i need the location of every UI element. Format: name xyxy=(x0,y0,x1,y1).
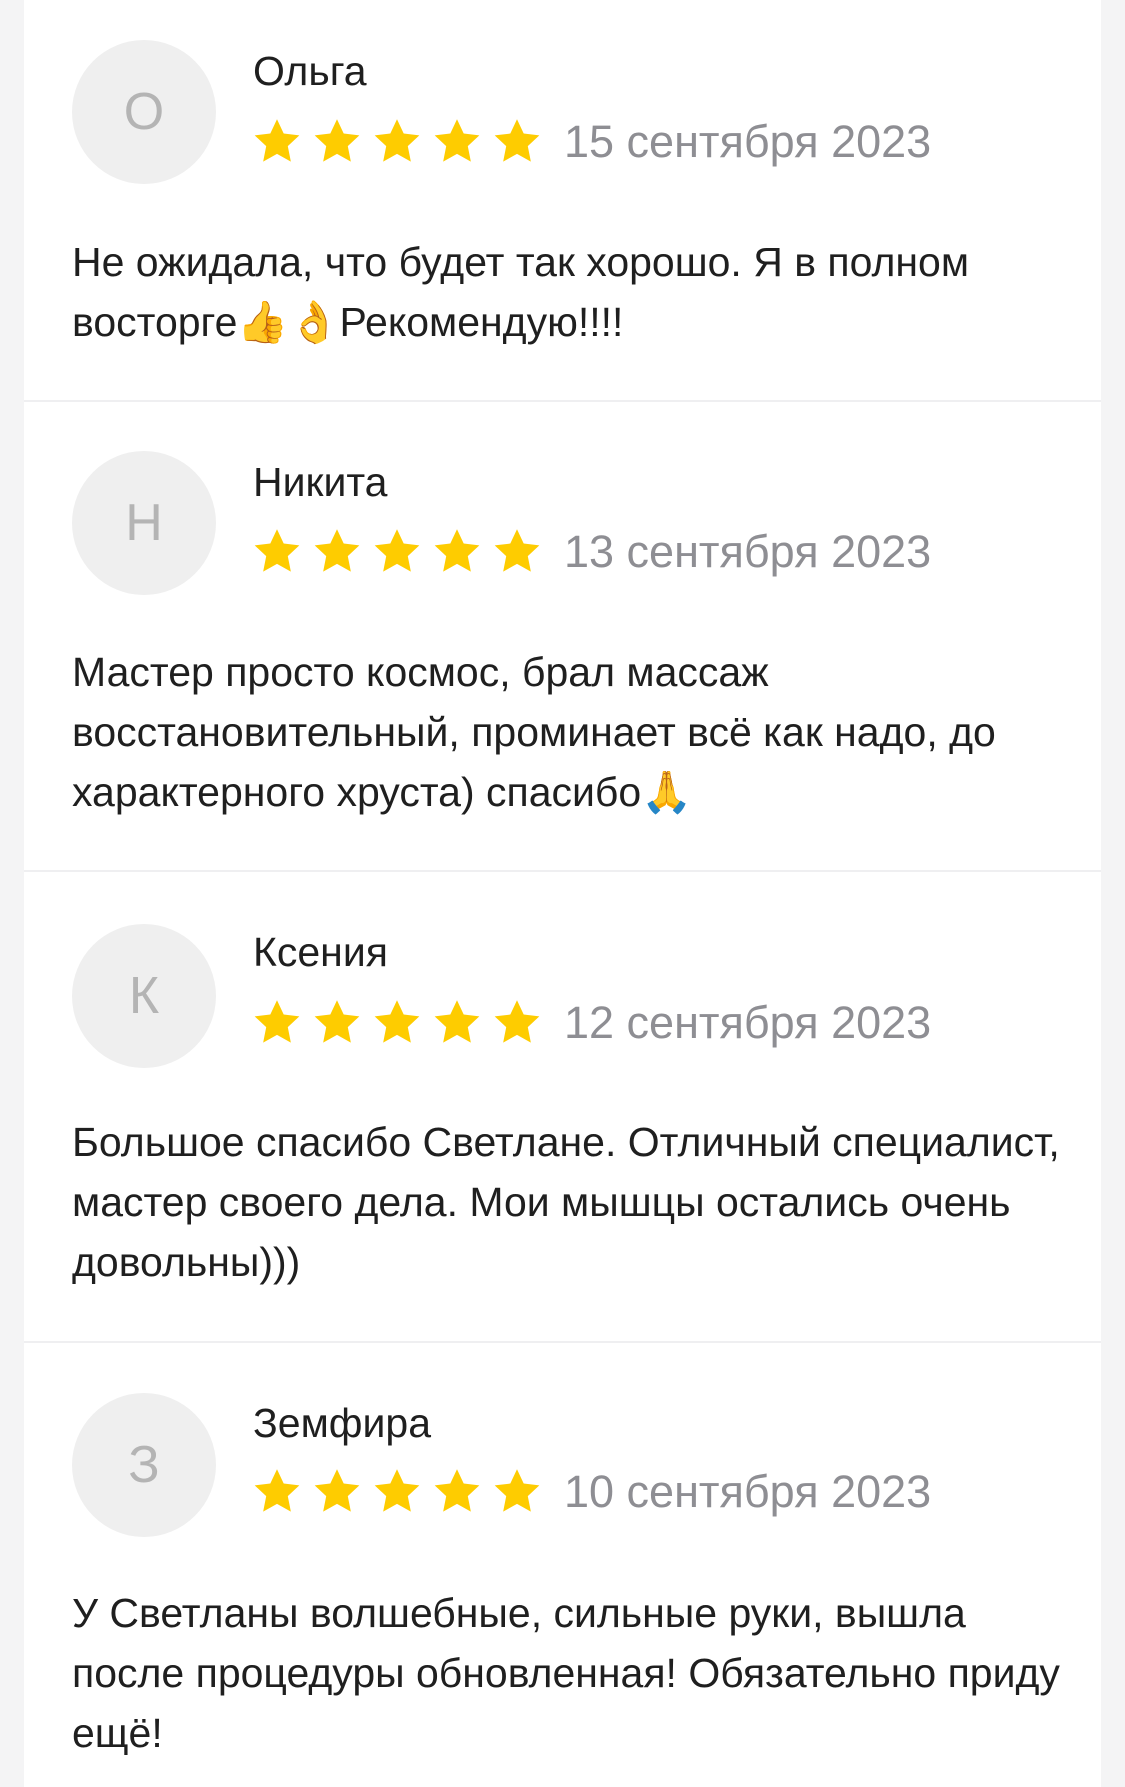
star-icon xyxy=(434,529,480,572)
review-date: 15 сентября 2023 xyxy=(564,116,932,167)
review-card: Н Никита 13 сентября 2023 Мастер просто … xyxy=(24,402,1101,872)
star-icon xyxy=(494,1000,540,1043)
star-icon xyxy=(374,529,420,572)
star-icon xyxy=(314,119,360,162)
star-icon xyxy=(374,1469,420,1512)
star-icon xyxy=(314,1000,360,1043)
review-date: 10 сентября 2023 xyxy=(564,1466,932,1517)
avatar: О xyxy=(72,40,216,184)
review-card: О Ольга 15 сентября 2023 Не ожидала, что… xyxy=(24,0,1101,402)
reviewer-name: Ксения xyxy=(253,929,388,975)
star-icon xyxy=(494,119,540,162)
reviewer-name: Земфира xyxy=(253,1400,431,1446)
star-icon xyxy=(494,1469,540,1512)
star-icon xyxy=(254,529,300,572)
review-card: З Земфира 10 сентября 2023 У Светланы во… xyxy=(24,1343,1101,1787)
star-icon xyxy=(374,119,420,162)
review-text: Мастер просто космос, брал массаж восста… xyxy=(72,649,996,815)
review-text: Большое спасибо Светлане. Отличный специ… xyxy=(72,1119,1060,1285)
avatar: К xyxy=(72,924,216,1068)
star-icon xyxy=(494,529,540,572)
rating-stars xyxy=(251,526,543,578)
star-icon xyxy=(254,1469,300,1512)
star-icon xyxy=(314,1469,360,1512)
star-icon xyxy=(314,529,360,572)
avatar: З xyxy=(72,1393,216,1537)
star-icon xyxy=(254,119,300,162)
avatar: Н xyxy=(72,451,216,595)
rating-stars xyxy=(251,1466,543,1518)
star-icon xyxy=(434,119,480,162)
review-date: 13 сентября 2023 xyxy=(564,526,932,577)
star-icon xyxy=(434,1469,480,1512)
reviewer-name: Никита xyxy=(253,459,388,505)
review-date: 12 сентября 2023 xyxy=(564,997,932,1048)
star-icon xyxy=(434,1000,480,1043)
review-text: Не ожидала, что будет так хорошо. Я в по… xyxy=(72,239,970,345)
reviewer-name: Ольга xyxy=(253,48,367,94)
reviews-list: О Ольга 15 сентября 2023 Не ожидала, что… xyxy=(24,0,1101,1787)
rating-stars xyxy=(251,997,543,1049)
review-text: У Светланы волшебные, сильные руки, вышл… xyxy=(72,1590,1060,1756)
star-icon xyxy=(254,1000,300,1043)
review-card: К Ксения 12 сентября 2023 Большое спасиб… xyxy=(24,872,1101,1343)
star-icon xyxy=(374,1000,420,1043)
rating-stars xyxy=(251,116,543,168)
